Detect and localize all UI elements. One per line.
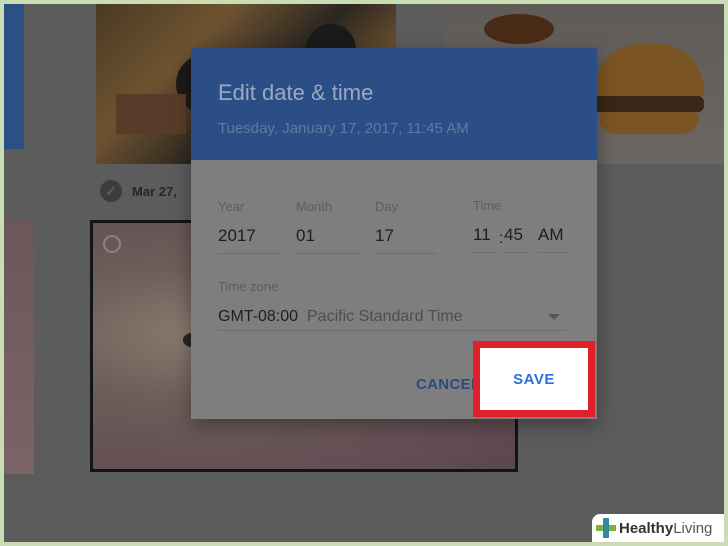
save-button[interactable]: SAVE — [480, 348, 588, 410]
watermark-text-healthy: Healthy — [619, 519, 674, 537]
ampm-select[interactable]: AM — [538, 225, 568, 253]
time-label: Time — [473, 198, 502, 213]
photo-thumbnail-partial[interactable] — [4, 219, 34, 474]
cup-shape — [484, 14, 554, 44]
watermark-text-living: Living — [673, 519, 713, 537]
dropdown-caret-icon — [548, 314, 560, 320]
check-circle-icon[interactable]: ✓ — [100, 180, 122, 202]
minute-input[interactable]: 45 — [504, 225, 528, 253]
timezone-label: Time zone — [218, 279, 279, 294]
month-label: Month — [296, 199, 333, 214]
hour-input[interactable]: 11 — [473, 225, 497, 253]
select-circle-icon[interactable] — [103, 235, 121, 253]
day-input[interactable]: 17 — [375, 226, 437, 254]
screen-frame: ✓ Mar 27, Edit date & time Tuesday, Janu… — [4, 4, 724, 542]
ampm-field[interactable]: AM — [538, 198, 568, 253]
plus-logo-icon — [596, 518, 616, 538]
dialog-header: Edit date & time Tuesday, January 17, 20… — [191, 48, 597, 160]
burger-bun-shape — [594, 44, 704, 99]
day-label: Day — [375, 199, 399, 214]
photo-thumbnail-blue[interactable] — [4, 4, 24, 149]
burger-patty-shape — [594, 96, 704, 112]
year-input[interactable]: 2017 — [218, 226, 280, 254]
minute-field[interactable]: 45 — [504, 198, 528, 253]
photo-date-label: Mar 27, — [132, 183, 177, 199]
day-field[interactable]: Day 17 — [375, 199, 437, 254]
healthy-living-watermark: Healthy Living — [592, 514, 724, 542]
photo-date-group: ✓ Mar 27, — [100, 180, 177, 202]
timezone-select[interactable]: GMT-08:00 Pacific Standard Time — [218, 306, 566, 331]
timezone-name: Pacific Standard Time — [307, 308, 463, 325]
month-input[interactable]: 01 — [296, 226, 360, 254]
cancel-button[interactable]: CANCEL — [416, 376, 480, 393]
time-separator: : — [499, 230, 504, 247]
burger-bun-shape — [599, 112, 699, 134]
year-field[interactable]: Year 2017 — [218, 199, 280, 254]
month-field[interactable]: Month 01 — [296, 199, 360, 254]
time-field[interactable]: Time 11 — [473, 198, 502, 253]
year-label: Year — [218, 199, 245, 214]
timezone-offset: GMT-08:00 — [218, 308, 299, 325]
toy-shape — [116, 94, 186, 134]
dialog-subtitle: Tuesday, January 17, 2017, 11:45 AM — [218, 120, 469, 137]
dialog-title: Edit date & time — [218, 80, 374, 105]
